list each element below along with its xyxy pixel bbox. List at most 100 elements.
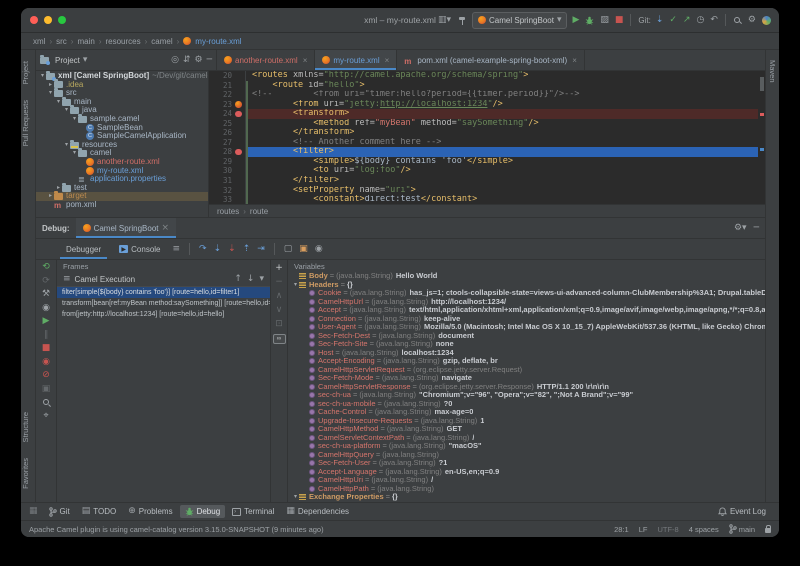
search-debug-icon[interactable] — [42, 398, 51, 407]
stop-icon[interactable]: ■ — [615, 16, 624, 25]
plugin-updates-icon[interactable] — [762, 16, 771, 25]
gutter-icon-slot[interactable] — [234, 176, 245, 186]
gutter-icon-slot[interactable] — [234, 128, 245, 138]
gutter-icon-slot[interactable] — [234, 71, 245, 81]
push-icon[interactable]: ↗ — [683, 16, 691, 25]
view-layout-icon[interactable]: ▢ — [284, 245, 293, 254]
thread-selector[interactable]: ≡ Camel Execution ↑↓▾ — [57, 272, 270, 287]
rollback-icon[interactable]: ↶ — [710, 16, 718, 25]
editor-scrollbar[interactable] — [758, 71, 765, 204]
code-line-29[interactable]: 29 <simple>${body} contains 'foo'</simpl… — [209, 157, 765, 167]
code-line-28[interactable]: 28 <filter> — [209, 147, 765, 157]
code-text[interactable]: <to uri="log:foo"/> — [246, 166, 765, 176]
move-down-icon[interactable]: ∨ — [276, 306, 283, 315]
tree-chevron-icon[interactable]: ▾ — [71, 115, 78, 124]
breadcrumb-item-resources[interactable]: resources — [105, 37, 140, 46]
toolwindow-dependencies[interactable]: ▦Dependencies — [281, 505, 354, 518]
force-step-into-icon[interactable]: ⇣ — [228, 245, 236, 254]
status-segment-28-1[interactable]: 28:1 — [614, 525, 629, 534]
editor-gutter[interactable]: 31 — [209, 176, 246, 186]
gutter-icon-slot[interactable] — [234, 119, 245, 129]
frame-down-icon[interactable]: ↓ — [247, 275, 255, 284]
toolwindow-problems[interactable]: ⊕Problems — [123, 505, 177, 518]
tree-item-.idea[interactable]: ▸.idea — [36, 81, 208, 90]
variable-row-cache-control[interactable]: Cache-Control=(java.lang.String)max-age=… — [292, 408, 765, 417]
variable-row-sec-fetch-mode[interactable]: Sec-Fetch-Mode=(java.lang.String)navigat… — [292, 374, 765, 383]
debug-settings-icon[interactable]: ⚙▾ — [734, 224, 747, 233]
run-to-cursor-icon[interactable]: ⇥ — [257, 245, 265, 254]
modify-run-config-icon[interactable]: ⚒ — [42, 290, 50, 299]
breadcrumb-item-xml[interactable]: xml — [33, 37, 45, 46]
editor-crumb-route[interactable]: route — [250, 207, 268, 216]
step-over-icon[interactable]: ↷ — [199, 245, 207, 254]
toolwindow-terminal[interactable]: ›Terminal — [227, 505, 279, 518]
editor-gutter[interactable]: 32 — [209, 186, 246, 196]
close-tab-icon[interactable]: × — [572, 56, 577, 65]
resume-icon[interactable]: ▶ — [43, 317, 50, 326]
tree-item-xml-camel-springboot-[interactable]: ▾xml [Camel SpringBoot]~/Dev/git/camel-s… — [36, 72, 208, 81]
editor-gutter[interactable]: 26 — [209, 128, 246, 138]
status-branch[interactable]: main — [729, 524, 755, 534]
tree-chevron-icon[interactable]: ▾ — [63, 106, 70, 115]
editor-gutter[interactable]: 29 — [209, 157, 246, 167]
gutter-icon-slot[interactable] — [234, 109, 245, 119]
variable-row-camelhttpservletrequest[interactable]: CamelHttpServletRequest=(org.eclipse.jet… — [292, 366, 765, 375]
editor-gutter[interactable]: 23 — [209, 100, 246, 110]
variable-row-sec-fetch-user[interactable]: Sec-Fetch-User=(java.lang.String)?1 — [292, 459, 765, 468]
sidebar-item-structure[interactable]: Structure — [21, 412, 30, 442]
frame-up-icon[interactable]: ↑ — [234, 275, 242, 284]
variable-row-camelservletcontextpath[interactable]: CamelServletContextPath=(java.lang.Strin… — [292, 434, 765, 443]
editor-gutter[interactable]: 20 — [209, 71, 246, 81]
code-line-30[interactable]: 30 <to uri="log:foo"/> — [209, 166, 765, 176]
gutter-icon-slot[interactable] — [234, 100, 245, 110]
debug-bug-icon[interactable] — [585, 16, 594, 25]
tree-item-pom.xml[interactable]: mpom.xml — [36, 201, 208, 210]
commit-icon[interactable]: ✓ — [669, 16, 677, 25]
variable-row-camelhttppath[interactable]: CamelHttpPath=(java.lang.String) — [292, 485, 765, 494]
toolwindow-git[interactable]: Git — [44, 505, 75, 518]
tree-item-resources[interactable]: ▾resources — [36, 141, 208, 150]
event-log-button[interactable]: Event Log — [713, 505, 771, 518]
gutter-icon-slot[interactable] — [234, 195, 245, 204]
code-text[interactable]: </transform> — [246, 128, 765, 138]
gutter-icon-slot[interactable] — [234, 90, 245, 100]
code-line-22[interactable]: 22<!-- <from uri="timer:hello?period={{t… — [209, 90, 765, 100]
pause-icon[interactable]: ∥ — [44, 331, 49, 340]
layout-menu-icon[interactable]: ≡ — [173, 245, 181, 254]
show-watches-icon[interactable]: ∞ — [273, 334, 286, 344]
variable-row-sec-fetch-site[interactable]: Sec-Fetch-Site=(java.lang.String)none — [292, 340, 765, 349]
project-panel-header[interactable]: Project ▾ ◎⇵⚙─ — [36, 50, 217, 70]
run-debug-widget-icon[interactable]: ▥▾ — [438, 16, 451, 25]
camel-exchange-icon[interactable]: ◉ — [42, 304, 50, 313]
code-line-26[interactable]: 26 </transform> — [209, 128, 765, 138]
code-text[interactable]: <constant>direct:test</constant> — [246, 195, 765, 204]
add-watch-icon[interactable]: + — [275, 264, 283, 273]
expand-collapse-icon[interactable]: ⇵ — [183, 56, 191, 65]
project-settings-icon[interactable]: ⚙ — [195, 56, 203, 65]
variable-row-exchange-properties[interactable]: ▾Exchange Properties={} — [292, 493, 765, 502]
code-text[interactable]: <filter> — [246, 147, 765, 157]
variable-row-cookie[interactable]: Cookie=(java.lang.String)has_js=1; ctool… — [292, 289, 765, 298]
editor-crumb-routes[interactable]: routes — [217, 207, 239, 216]
tree-item-main[interactable]: ▾main — [36, 98, 208, 107]
code-text[interactable]: <setProperty name="uri"> — [246, 186, 765, 196]
update-project-icon[interactable]: ⇣ — [656, 16, 664, 25]
lock-icon[interactable] — [765, 528, 771, 533]
gutter-icon-slot[interactable] — [234, 147, 245, 157]
editor-gutter[interactable]: 24 — [209, 109, 246, 119]
gutter-icon-slot[interactable] — [234, 166, 245, 176]
variable-row-sec-ch-ua-platform[interactable]: sec-ch-ua-platform=(java.lang.String)"ma… — [292, 442, 765, 451]
status-segment-UTF-8[interactable]: UTF-8 — [657, 525, 678, 534]
tab-another-route.xml[interactable]: another-route.xml× — [217, 50, 315, 70]
tree-chevron-icon[interactable]: ▾ — [55, 98, 62, 107]
tree-chevron-icon[interactable]: ▸ — [47, 81, 54, 90]
stop-debug-icon[interactable]: ■ — [42, 344, 51, 353]
editor-gutter[interactable]: 21 — [209, 81, 246, 91]
code-line-20[interactable]: 20<routes xmlns="http://camel.apache.org… — [209, 71, 765, 81]
search-everywhere-icon[interactable] — [733, 16, 742, 25]
tree-chevron-icon[interactable]: ▾ — [39, 72, 46, 81]
variable-row-camelhttpquery[interactable]: CamelHttpQuery=(java.lang.String) — [292, 451, 765, 460]
evaluate-icon[interactable]: ◉ — [315, 245, 323, 254]
breadcrumb-item-my-route-xml[interactable]: my-route.xml — [195, 37, 241, 46]
toolwindow-debug[interactable]: Debug — [180, 505, 226, 518]
